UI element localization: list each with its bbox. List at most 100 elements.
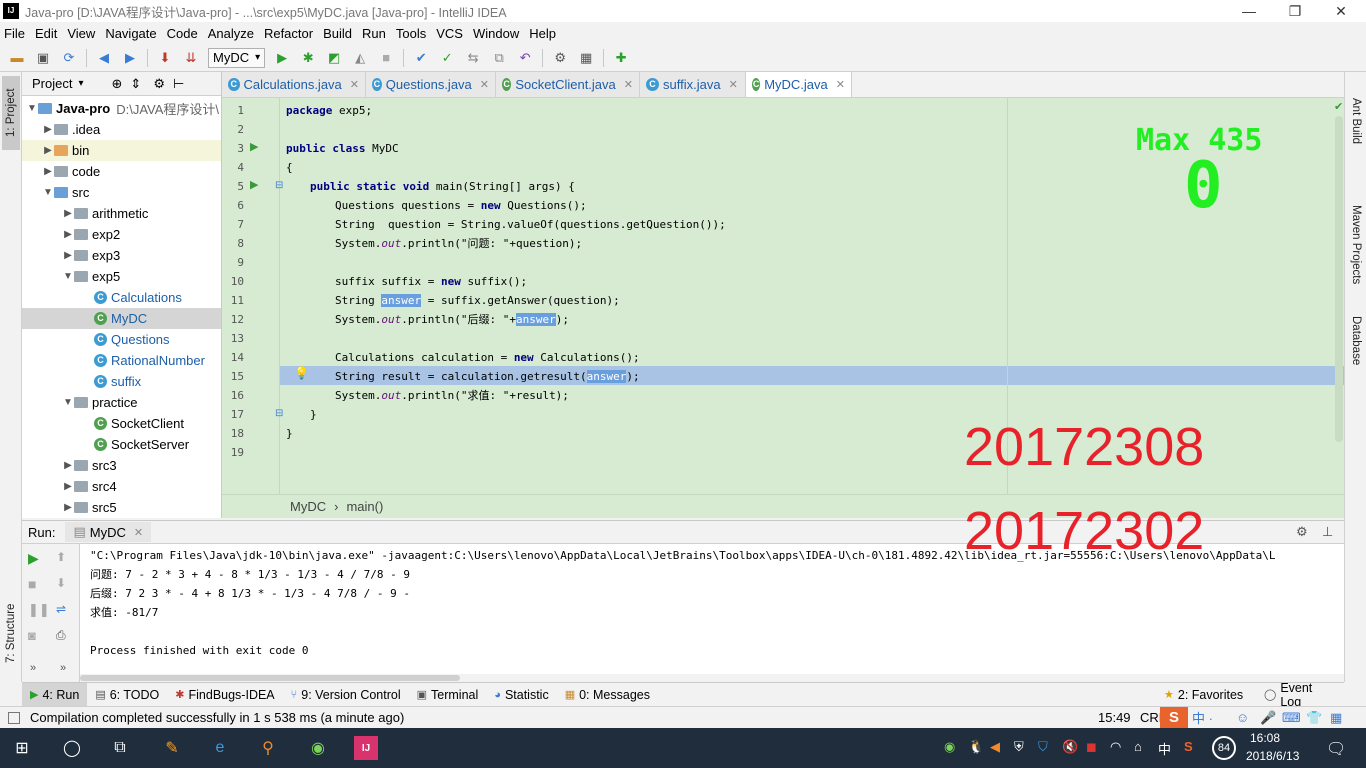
tray-badge[interactable]: 84: [1212, 736, 1236, 760]
forward-icon[interactable]: ▶: [120, 48, 140, 68]
search-app-icon[interactable]: ⚲: [256, 736, 280, 760]
breadcrumb-class[interactable]: MyDC: [290, 499, 326, 514]
sogou-ime-icon[interactable]: S: [1160, 707, 1188, 729]
chevron-right-icon[interactable]: ▶: [42, 124, 54, 135]
chevron-right-icon[interactable]: ▶: [62, 208, 74, 219]
minimize-button[interactable]: —: [1226, 0, 1272, 22]
tab-version-control[interactable]: ⑂ 9: Version Control: [283, 683, 409, 707]
menu-file[interactable]: File: [4, 26, 25, 41]
tray-shield-icon[interactable]: ⛨: [1014, 739, 1024, 755]
pause-icon[interactable]: ❚❚: [28, 602, 50, 618]
chevron-down-icon[interactable]: ▼: [42, 187, 54, 198]
tree-item-src3[interactable]: ▶ src3: [22, 455, 221, 476]
tree-item-practice[interactable]: ▼ practice: [22, 392, 221, 413]
chevron-right-icon[interactable]: ▶: [62, 229, 74, 240]
sync-icon[interactable]: ⟳: [59, 48, 79, 68]
stop-icon[interactable]: ■: [376, 48, 396, 68]
emoji-icon[interactable]: ☺: [1236, 710, 1249, 725]
close-icon[interactable]: ✕: [836, 78, 845, 91]
soft-wrap-icon[interactable]: ⇌: [56, 602, 66, 616]
project-structure-icon[interactable]: ▦: [576, 48, 596, 68]
tab-database[interactable]: Database: [1347, 304, 1365, 378]
chevron-down-icon[interactable]: ▾: [78, 78, 83, 89]
console-horizontal-scrollbar[interactable]: [80, 674, 1344, 682]
notification-icon[interactable]: 🗨: [1326, 739, 1346, 759]
run-gutter-icon[interactable]: ▶: [250, 178, 258, 191]
tree-item-arithmetic[interactable]: ▶ arithmetic: [22, 203, 221, 224]
close-icon[interactable]: ✕: [624, 78, 633, 91]
chevron-right-icon[interactable]: ▶: [62, 481, 74, 492]
chevron-down-icon[interactable]: ▼: [62, 271, 74, 282]
menu-view[interactable]: View: [67, 26, 95, 41]
hide-panel-icon[interactable]: ⊥: [1322, 524, 1333, 540]
tray-360-icon[interactable]: ◉: [944, 739, 955, 755]
skin-icon[interactable]: ▦: [1330, 710, 1342, 726]
tree-item-rationalnumber[interactable]: C RationalNumber: [22, 350, 221, 371]
close-icon[interactable]: ✕: [134, 526, 143, 539]
tab-questions[interactable]: C Questions.java ✕: [366, 72, 496, 97]
tab-findbugs[interactable]: ✱ FindBugs-IDEA: [167, 683, 282, 707]
run-icon[interactable]: ▶: [272, 48, 292, 68]
tree-item-mydc[interactable]: C MyDC: [22, 308, 221, 329]
tray-sogou-icon[interactable]: S: [1184, 739, 1193, 754]
tray-security-icon[interactable]: ⛉: [1038, 739, 1048, 755]
tree-item-exp2[interactable]: ▶ exp2: [22, 224, 221, 245]
chevron-down-icon[interactable]: ▼: [26, 103, 38, 114]
close-icon[interactable]: ✕: [480, 78, 489, 91]
more-icon[interactable]: »: [60, 662, 66, 674]
browser-360-icon[interactable]: ◉: [306, 736, 330, 760]
user-icon[interactable]: 👕: [1306, 710, 1322, 726]
task-view-icon[interactable]: ⧉: [108, 736, 132, 760]
target-icon[interactable]: ⊕: [112, 76, 123, 92]
intellij-taskbar-icon[interactable]: IJ: [354, 736, 378, 760]
search-icon[interactable]: ◯: [60, 736, 84, 760]
run-tab-mydc[interactable]: ▤ MyDC ✕: [65, 522, 152, 542]
plugin-icon[interactable]: ✚: [611, 48, 631, 68]
tab-structure-tool[interactable]: 7: Structure: [2, 588, 20, 678]
edge-browser-icon[interactable]: e: [208, 736, 232, 760]
debug-icon[interactable]: ✱: [298, 48, 318, 68]
print-icon[interactable]: ⎙: [56, 628, 66, 643]
close-button[interactable]: ✕: [1318, 0, 1364, 22]
tab-terminal[interactable]: ▣ Terminal: [409, 683, 487, 707]
collapse-all-icon[interactable]: ⇕: [130, 76, 141, 92]
chevron-right-icon[interactable]: ▶: [62, 502, 74, 513]
tree-item-calculations[interactable]: C Calculations: [22, 287, 221, 308]
tab-statistic[interactable]: ◕ Statistic: [486, 683, 556, 707]
code-editor[interactable]: 1 2 3 4 5 6 7 8 9 10 11 12 13 14 15 16 1…: [222, 98, 1344, 494]
breadcrumb-method[interactable]: main(): [346, 499, 383, 514]
rerun-icon[interactable]: ▶: [28, 550, 39, 567]
chevron-right-icon[interactable]: ▶: [62, 460, 74, 471]
windows-start-icon[interactable]: ⊞: [10, 736, 34, 760]
menu-vcs[interactable]: VCS: [436, 26, 463, 41]
tab-maven-projects[interactable]: Maven Projects: [1347, 182, 1365, 308]
tab-suffix[interactable]: C suffix.java ✕: [640, 72, 746, 97]
menu-analyze[interactable]: Analyze: [208, 26, 254, 41]
chevron-right-icon[interactable]: ▶: [62, 250, 74, 261]
vcs-revert-icon[interactable]: ↶: [515, 48, 535, 68]
back-icon[interactable]: ◀: [94, 48, 114, 68]
tree-item-code[interactable]: ▶ code: [22, 161, 221, 182]
maximize-button[interactable]: ❐: [1272, 0, 1318, 22]
fold-icon[interactable]: ⊟: [275, 180, 283, 191]
tab-todo[interactable]: ▤ 6: TODO: [87, 683, 167, 707]
tree-item-exp5[interactable]: ▼ exp5: [22, 266, 221, 287]
tool-window-toggle-icon[interactable]: [8, 711, 20, 724]
profile-icon[interactable]: ◭: [350, 48, 370, 68]
tab-calculations[interactable]: C Calculations.java ✕: [222, 72, 366, 97]
ime-mode-icon[interactable]: 中 ·: [1192, 708, 1213, 727]
run-config-select[interactable]: MyDC ▾: [208, 47, 266, 68]
menu-code[interactable]: Code: [167, 26, 198, 41]
menu-run[interactable]: Run: [362, 26, 386, 41]
tab-ant-build[interactable]: Ant Build: [1347, 78, 1365, 164]
run-gutter-icon[interactable]: ▶: [250, 140, 258, 153]
tree-item-suffix[interactable]: C suffix: [22, 371, 221, 392]
vcs-commit-icon[interactable]: ✓: [437, 48, 457, 68]
project-panel-title[interactable]: Project: [32, 76, 72, 91]
vertical-scrollbar[interactable]: [1335, 116, 1343, 442]
caret-position[interactable]: 15:49: [1098, 710, 1131, 725]
scroll-up-icon[interactable]: ⬆: [56, 550, 66, 564]
settings-icon[interactable]: ⚙: [550, 48, 570, 68]
tray-app-icon[interactable]: ◀: [990, 739, 1000, 755]
menu-build[interactable]: Build: [323, 26, 352, 41]
